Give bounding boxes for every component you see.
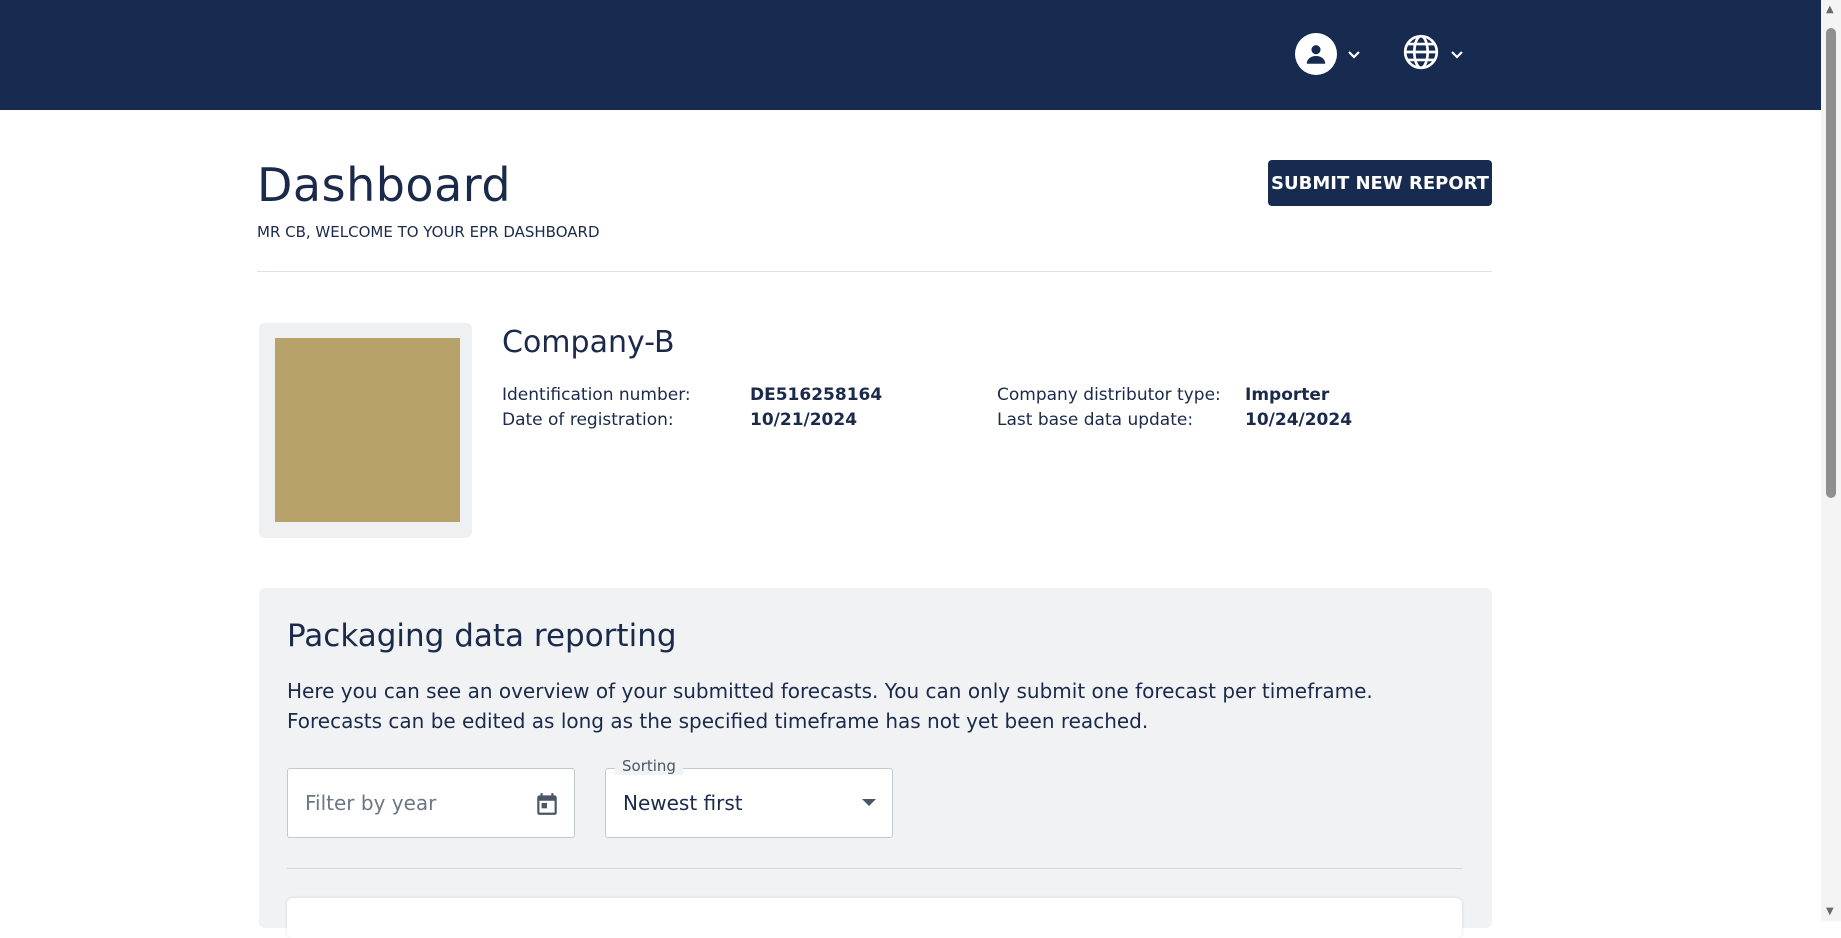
- year-filter-field[interactable]: [287, 768, 575, 838]
- sorting-select[interactable]: Newest first: [605, 768, 893, 838]
- sorting-selected-value: Newest first: [623, 791, 743, 815]
- language-menu-button[interactable]: [1402, 32, 1466, 76]
- sorting-label: Sorting: [615, 757, 683, 775]
- panel-divider: [287, 868, 1462, 869]
- registration-date-value: 10/21/2024: [750, 410, 858, 430]
- panel-title: Packaging data reporting: [287, 618, 677, 654]
- page-scrollbar-thumb[interactable]: [1826, 28, 1836, 498]
- distributor-type-value: Importer: [1245, 385, 1330, 405]
- submit-new-report-button[interactable]: SUBMIT NEW REPORT: [1268, 160, 1492, 206]
- calendar-icon[interactable]: [534, 791, 560, 817]
- user-menu-button[interactable]: [1295, 32, 1363, 76]
- welcome-message: MR CB, WELCOME TO YOUR EPR DASHBOARD: [257, 223, 600, 241]
- identification-number-value: DE516258164: [750, 385, 883, 405]
- year-filter-input[interactable]: [305, 791, 515, 815]
- top-navigation-bar: [0, 0, 1821, 110]
- last-update-label: Last base data update:: [997, 410, 1194, 430]
- globe-icon: [1402, 33, 1440, 75]
- page-title: Dashboard: [257, 158, 512, 212]
- account-circle-icon: [1295, 33, 1337, 75]
- company-logo: [275, 338, 460, 522]
- dropdown-arrow-icon: [862, 799, 876, 806]
- header-divider: [257, 271, 1492, 272]
- registration-date-label: Date of registration:: [502, 410, 674, 430]
- distributor-type-label: Company distributor type:: [997, 385, 1221, 405]
- panel-description: Here you can see an overview of your sub…: [287, 679, 1373, 733]
- scroll-down-arrow-icon[interactable]: ▼: [1826, 906, 1834, 917]
- chevron-down-icon: [1448, 45, 1466, 63]
- scroll-up-arrow-icon[interactable]: ▲: [1826, 4, 1834, 15]
- last-update-value: 10/24/2024: [1245, 410, 1353, 430]
- identification-number-label: Identification number:: [502, 385, 691, 405]
- forecast-card: [287, 898, 1462, 938]
- company-name: Company-B: [502, 325, 675, 360]
- chevron-down-icon: [1345, 45, 1363, 63]
